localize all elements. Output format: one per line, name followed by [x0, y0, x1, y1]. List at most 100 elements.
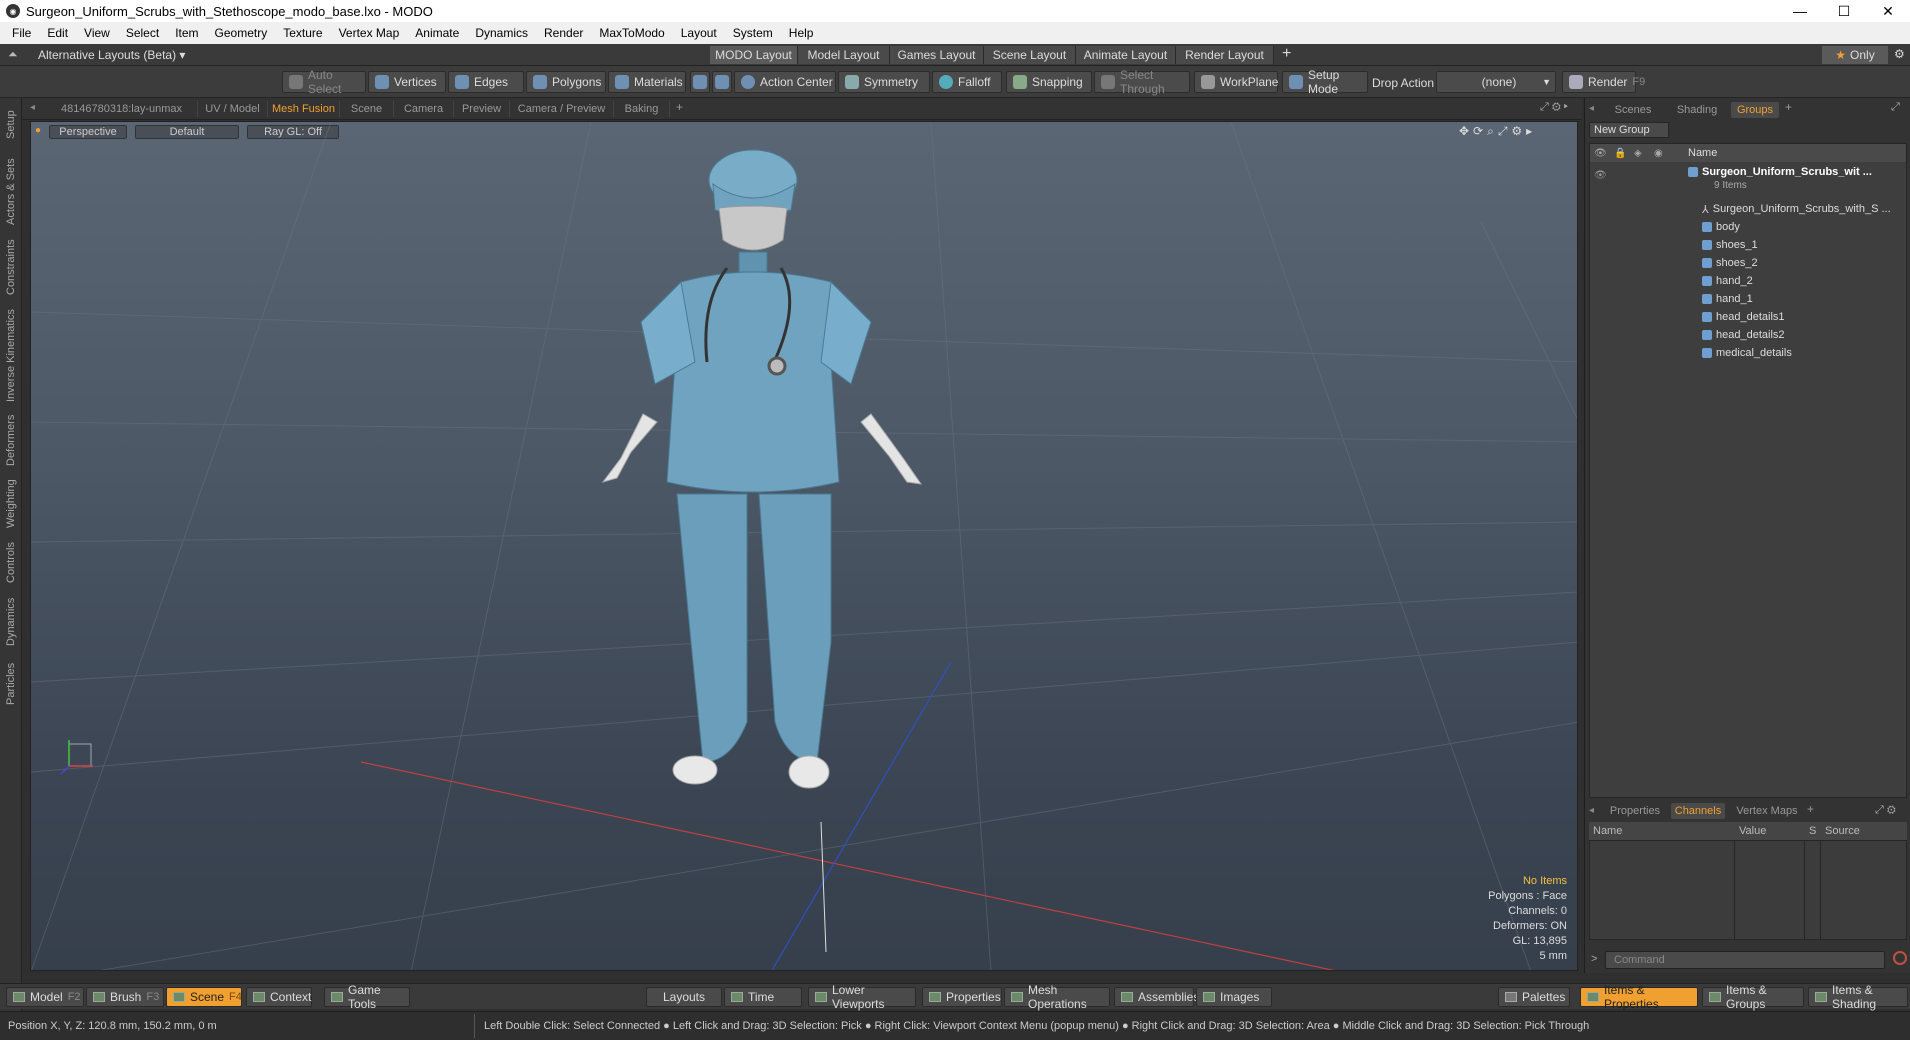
side-tab-weighting[interactable]: Weighting — [3, 476, 19, 532]
side-tab-constraints[interactable]: Constraints — [3, 236, 19, 298]
tab-animate-layout[interactable]: Animate Layout — [1076, 46, 1176, 64]
list-item[interactable]: hand_1 — [1590, 290, 1906, 308]
tab-games-layout[interactable]: Games Layout — [890, 46, 984, 64]
layouts-button[interactable]: Layouts — [646, 987, 722, 1007]
3d-viewport[interactable]: ● Perspective Default Ray GL: Off ✥⟳⌕⤢⚙▸ — [30, 121, 1578, 971]
menu-item[interactable]: Item — [167, 26, 206, 40]
tab-scene[interactable]: Scene — [340, 101, 394, 117]
materials-button[interactable]: Materials — [608, 71, 686, 93]
only-toggle[interactable]: ★ Only — [1822, 46, 1888, 64]
drop-action-select[interactable]: (none) ▼ — [1436, 71, 1556, 93]
vertices-button[interactable]: Vertices — [368, 71, 446, 93]
menu-geometry[interactable]: Geometry — [207, 26, 276, 40]
tab-shading[interactable]: Shading — [1667, 102, 1727, 118]
layout-menu-icon[interactable]: ⏶ — [8, 47, 18, 62]
add-tab-icon[interactable]: + — [1785, 100, 1792, 114]
selection-mode-2-button[interactable] — [712, 71, 732, 93]
tab-mesh-fusion[interactable]: Mesh Fusion — [268, 101, 340, 117]
scene-mode-button[interactable]: Scene F4 — [166, 987, 242, 1007]
context-button[interactable]: Context — [246, 987, 312, 1007]
left-hand-model[interactable] — [601, 413, 658, 483]
side-tab-dynamics[interactable]: Dynamics — [3, 594, 19, 650]
list-item[interactable]: shoes_2 — [1590, 254, 1906, 272]
list-item[interactable]: ⅄ Surgeon_Uniform_Scrubs_with_S ... — [1590, 200, 1906, 218]
selection-mode-1-button[interactable] — [690, 71, 710, 93]
visibility-toggle-icon[interactable]: 👁 — [1594, 170, 1607, 181]
properties-button[interactable]: Properties — [922, 987, 1002, 1007]
tab-model-layout[interactable]: Model Layout — [798, 46, 890, 64]
side-tab-setup[interactable]: Setup — [3, 104, 19, 146]
right-hand-model[interactable] — [860, 413, 923, 485]
menu-render[interactable]: Render — [536, 26, 591, 40]
items-properties-button[interactable]: Items & Properties — [1580, 983, 1698, 1011]
menu-maxtomodo[interactable]: MaxToModo — [591, 26, 672, 40]
menu-help[interactable]: Help — [781, 26, 822, 40]
surgeon-model[interactable] — [640, 149, 872, 789]
minimize-icon[interactable]: — — [1778, 0, 1822, 22]
tab-vertex-maps[interactable]: Vertex Maps — [1731, 803, 1803, 819]
tab-camera[interactable]: Camera — [394, 101, 454, 117]
tab-render-layout[interactable]: Render Layout — [1176, 46, 1274, 64]
time-button[interactable]: Time — [724, 987, 802, 1007]
tab-uv-model[interactable]: UV / Model — [198, 101, 268, 117]
menu-system[interactable]: System — [725, 26, 781, 40]
menu-file[interactable]: File — [4, 26, 39, 40]
tab-groups[interactable]: Groups — [1731, 102, 1779, 118]
side-tab-actors-sets[interactable]: Actors & Sets — [3, 156, 19, 228]
record-icon[interactable] — [1893, 951, 1907, 965]
tab-channels[interactable]: Channels — [1671, 803, 1725, 819]
side-tab-particles[interactable]: Particles — [3, 656, 19, 712]
action-center-button[interactable]: Action Center — [734, 71, 836, 93]
images-button[interactable]: Images — [1196, 987, 1272, 1007]
tab-camera-preview[interactable]: Camera / Preview — [510, 101, 614, 117]
symmetry-button[interactable]: Symmetry — [838, 71, 930, 93]
lower-viewports-button[interactable]: Lower Viewports — [808, 983, 916, 1011]
menu-dynamics[interactable]: Dynamics — [467, 26, 536, 40]
mesh-operations-button[interactable]: Mesh Operations — [1004, 983, 1110, 1011]
panel-menu-icon[interactable]: ◂ — [30, 102, 35, 113]
list-item[interactable]: body — [1590, 218, 1906, 236]
close-icon[interactable]: ✕ — [1866, 0, 1910, 22]
tab-baking[interactable]: Baking — [614, 101, 670, 117]
alternative-layouts-dropdown[interactable]: Alternative Layouts (Beta) ▾ — [38, 48, 185, 62]
menu-texture[interactable]: Texture — [275, 26, 330, 40]
maximize-icon[interactable]: ☐ — [1822, 0, 1866, 22]
snapping-button[interactable]: Snapping — [1006, 71, 1092, 93]
setup-mode-button[interactable]: Setup Mode — [1282, 68, 1368, 96]
tab-scenes[interactable]: Scenes — [1603, 102, 1663, 118]
add-tab-icon[interactable]: + — [1807, 802, 1814, 816]
expand-icon[interactable]: ⤢ ⚙ — [1875, 804, 1896, 817]
menu-animate[interactable]: Animate — [407, 26, 467, 40]
list-item[interactable]: medical_details — [1590, 344, 1906, 362]
menu-vertex-map[interactable]: Vertex Map — [331, 26, 408, 40]
group-root-row[interactable]: 👁 Surgeon_Uniform_Scrubs_wit ... 9 Items — [1590, 164, 1906, 194]
tab-preview[interactable]: Preview — [454, 101, 510, 117]
assemblies-button[interactable]: Assemblies — [1114, 987, 1199, 1007]
add-tab-icon[interactable]: + — [676, 100, 683, 114]
gear-icon[interactable]: ⚙ — [1894, 47, 1905, 61]
viewport-expand-icon[interactable]: ⤢ ⚙ ▸ — [1540, 101, 1568, 114]
menu-edit[interactable]: Edit — [39, 26, 76, 40]
side-tab-controls[interactable]: Controls — [3, 538, 19, 588]
list-item[interactable]: shoes_1 — [1590, 236, 1906, 254]
auto-select-button[interactable]: Auto Select — [282, 68, 366, 96]
menu-layout[interactable]: Layout — [673, 26, 725, 40]
model-mode-button[interactable]: Model F2 — [6, 987, 84, 1007]
tab-scene-layout[interactable]: Scene Layout — [984, 46, 1076, 64]
palettes-button[interactable]: Palettes — [1498, 987, 1570, 1007]
add-layout-icon[interactable]: + — [1282, 45, 1291, 63]
side-tab-inverse-kinematics[interactable]: Inverse Kinematics — [3, 306, 19, 406]
game-tools-button[interactable]: Game Tools — [324, 983, 410, 1011]
expand-icon[interactable]: ⤢ — [1891, 101, 1900, 114]
menu-view[interactable]: View — [76, 26, 118, 40]
tab-lay-unmax[interactable]: 48146780318:lay-unmax — [46, 101, 198, 117]
select-through-button[interactable]: Select Through — [1094, 68, 1190, 96]
panel-menu-icon[interactable]: ◂ — [1589, 103, 1594, 114]
edges-button[interactable]: Edges — [448, 71, 524, 93]
tab-properties[interactable]: Properties — [1603, 803, 1667, 819]
new-group-button[interactable]: New Group — [1589, 122, 1669, 138]
panel-menu-icon[interactable]: ◂ — [1589, 805, 1594, 816]
command-input[interactable]: Command — [1605, 951, 1885, 969]
list-item[interactable]: head_details2 — [1590, 326, 1906, 344]
tab-modo-layout[interactable]: MODO Layout — [710, 46, 798, 64]
